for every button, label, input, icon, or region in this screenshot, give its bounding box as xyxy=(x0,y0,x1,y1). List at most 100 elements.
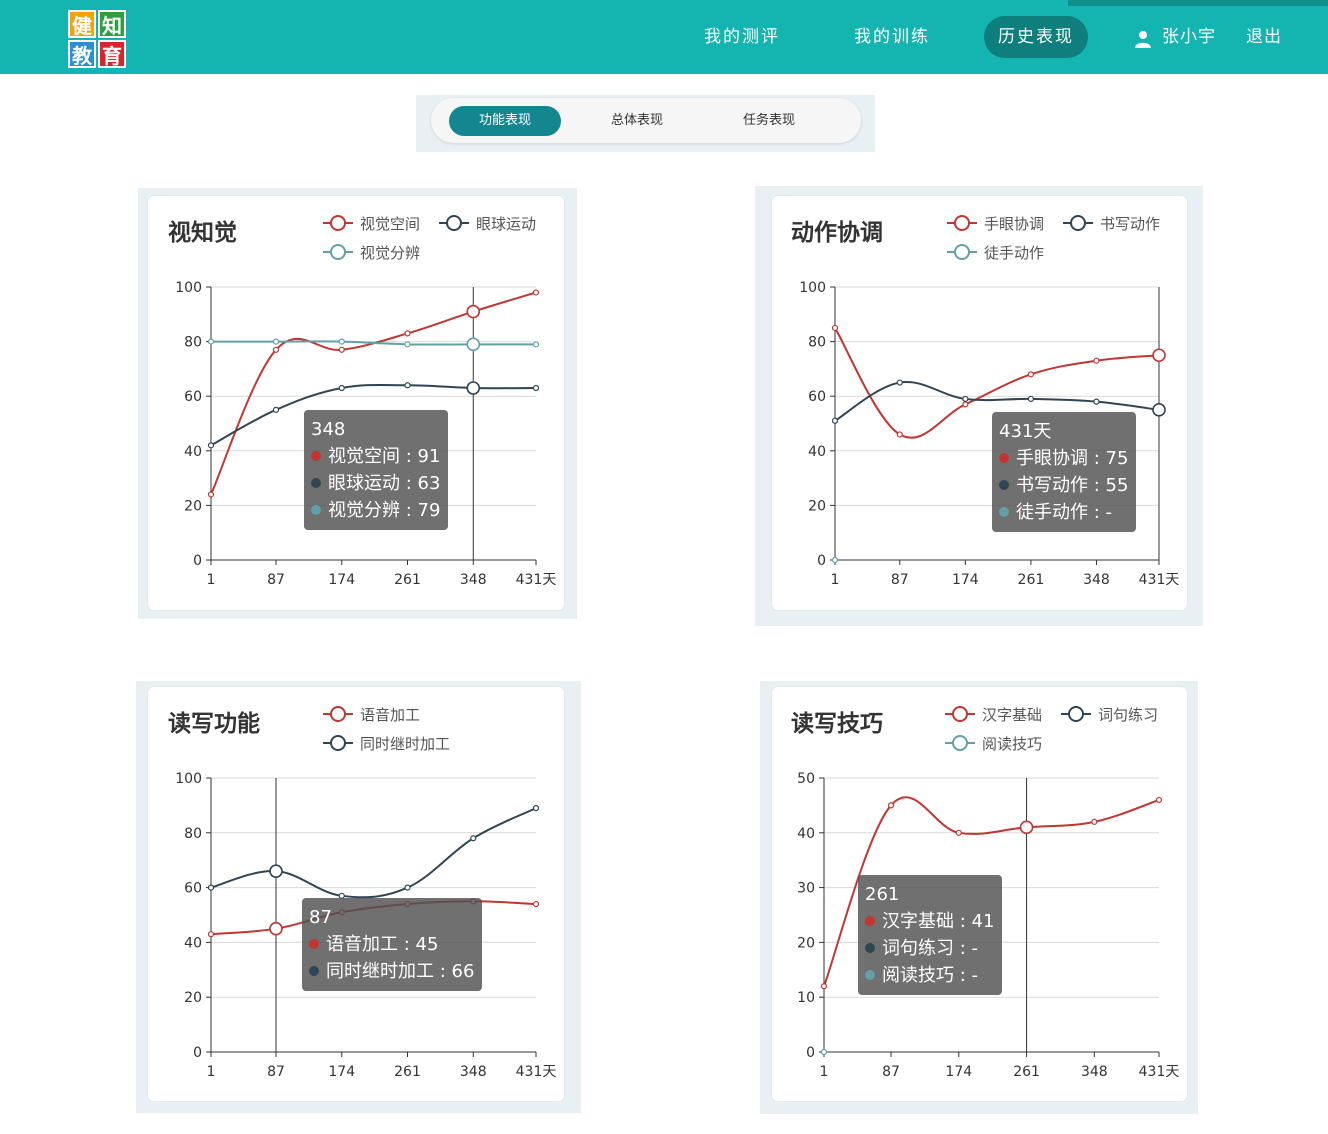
y-tick-label: 20 xyxy=(808,498,826,514)
y-tick-label: 60 xyxy=(184,881,202,897)
data-point xyxy=(272,346,280,353)
y-tick-label: 80 xyxy=(184,826,202,842)
x-tick-label: 431天 xyxy=(1139,572,1180,588)
legend-label: 视觉空间 xyxy=(360,215,420,233)
legend-label: 词句练习 xyxy=(1098,706,1158,724)
hovered-point xyxy=(466,304,481,319)
x-tick-label: 348 xyxy=(1083,572,1110,588)
data-point xyxy=(338,338,345,345)
data-point xyxy=(404,341,411,348)
y-tick-label: 30 xyxy=(797,881,815,897)
data-point xyxy=(338,384,345,392)
legend-label: 徒手动作 xyxy=(984,244,1044,262)
data-point xyxy=(1091,818,1098,825)
y-tick-label: 20 xyxy=(184,498,202,514)
x-tick-label: 87 xyxy=(891,572,909,588)
data-point xyxy=(272,338,280,345)
legend-swatch-marker xyxy=(330,706,346,722)
tooltip-x-label: 261 xyxy=(865,884,900,905)
y-tick-label: 0 xyxy=(806,1045,815,1061)
y-tick-label: 100 xyxy=(799,280,826,296)
x-tick-label: 431天 xyxy=(1139,1064,1180,1080)
chart-tooltip: 348 视觉空间 : 91 眼球运动 : 63 视觉分辨 : 79 xyxy=(304,410,449,530)
x-tick-label: 1 xyxy=(820,1064,829,1080)
hovered-point xyxy=(1152,403,1166,417)
data-point xyxy=(532,289,540,296)
x-tick-label: 348 xyxy=(460,572,487,588)
data-point xyxy=(532,900,540,908)
y-tick-label: 10 xyxy=(797,990,815,1006)
data-point xyxy=(207,338,215,345)
data-point xyxy=(1093,398,1100,405)
x-tick-label: 87 xyxy=(267,1064,285,1080)
data-point xyxy=(887,802,895,809)
series-line xyxy=(210,807,537,899)
x-tick-label: 261 xyxy=(1013,1064,1040,1080)
legend-label: 书写动作 xyxy=(1100,215,1160,233)
x-tick-label: 87 xyxy=(882,1064,900,1080)
line-chart: 0 20 40 60 80 100 1 87 174 261 348 431天 手眼协调 书写动作徒手动作 xyxy=(799,215,1179,588)
x-tick-label: 1 xyxy=(207,572,216,588)
data-point xyxy=(1027,371,1035,378)
data-point xyxy=(831,324,839,332)
x-tick-label: 87 xyxy=(267,572,285,588)
hovered-point xyxy=(1152,348,1166,363)
tooltip-x-label: 431天 xyxy=(999,421,1052,442)
data-point xyxy=(207,491,215,498)
y-tick-label: 40 xyxy=(184,444,202,460)
legend-swatch-marker xyxy=(1068,706,1084,722)
y-tick-label: 100 xyxy=(175,280,202,296)
tooltip-row: 手眼协调 : 75 xyxy=(999,445,1128,472)
line-chart: 0 20 40 60 80 100 1 87 174 261 348 431天 语音加工同时继时加工 xyxy=(175,706,556,1080)
x-tick-label: 174 xyxy=(945,1064,972,1080)
legend-label: 汉字基础 xyxy=(982,706,1042,724)
line-chart: 0 20 40 60 80 100 1 87 174 261 348 431天 视觉空间 眼球运动视觉分辨 xyxy=(175,215,556,588)
y-tick-label: 50 xyxy=(797,771,815,787)
y-tick-label: 40 xyxy=(184,935,202,951)
charts-layer: 0204060801001 87 174 261 348 431天视觉空间 眼球运动视觉分辨… xyxy=(175,215,1180,1080)
x-tick-label: 261 xyxy=(394,1064,421,1080)
tooltip-row: 阅读技巧 : - xyxy=(865,962,994,989)
data-point xyxy=(896,431,903,438)
hovered-point xyxy=(269,921,283,936)
data-point xyxy=(820,983,828,990)
hovered-point xyxy=(269,864,283,878)
y-tick-label: 100 xyxy=(175,771,202,787)
data-point xyxy=(532,805,540,812)
data-point xyxy=(207,442,215,449)
y-tick-label: 0 xyxy=(817,553,826,569)
data-point xyxy=(404,382,411,389)
data-point xyxy=(1093,357,1100,364)
legend-swatch-marker xyxy=(330,735,346,751)
legend-swatch-marker xyxy=(954,244,970,260)
data-point xyxy=(404,884,411,891)
legend-swatch-marker xyxy=(330,215,346,231)
legend-label: 手眼协调 xyxy=(984,215,1044,233)
hovered-point xyxy=(466,381,481,395)
legend-label: 眼球运动 xyxy=(476,215,536,233)
x-tick-label: 431天 xyxy=(516,1064,557,1080)
data-point xyxy=(272,406,280,413)
chart-tooltip: 431天 手眼协调 : 75 书写动作 : 55 徒手动作 : - xyxy=(992,412,1137,532)
tooltip-x-label: 348 xyxy=(311,419,346,440)
legend-label: 视觉分辨 xyxy=(360,244,420,262)
y-tick-label: 20 xyxy=(797,935,815,951)
tooltip-row: 徒手动作 : - xyxy=(999,499,1128,526)
legend-swatch-marker xyxy=(952,706,968,722)
tooltip-row: 眼球运动 : 63 xyxy=(311,470,440,497)
legend-swatch-marker xyxy=(446,215,462,231)
tooltip-x-label: 87 xyxy=(309,907,332,928)
tooltip-row: 视觉空间 : 91 xyxy=(311,443,440,470)
data-point xyxy=(1027,395,1035,403)
legend-swatch-marker xyxy=(954,215,970,231)
y-tick-label: 60 xyxy=(808,389,826,405)
x-tick-label: 348 xyxy=(460,1064,487,1080)
x-tick-label: 174 xyxy=(952,572,979,588)
data-point xyxy=(962,401,969,408)
legend-swatch-marker xyxy=(1070,215,1086,231)
legend-label: 阅读技巧 xyxy=(982,735,1042,753)
x-tick-label: 431天 xyxy=(516,572,557,588)
data-point xyxy=(955,829,962,836)
y-tick-label: 40 xyxy=(808,444,826,460)
data-point xyxy=(207,931,215,938)
